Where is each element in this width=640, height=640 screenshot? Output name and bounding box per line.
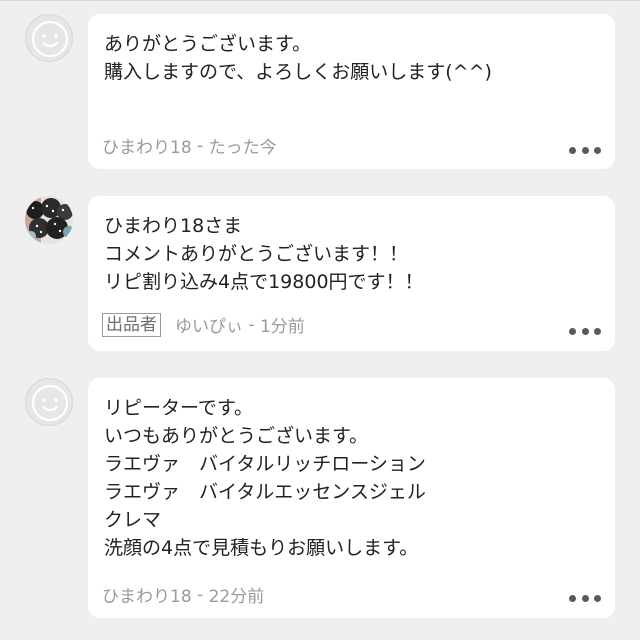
comment-time: たった今: [208, 138, 277, 158]
comment-message: ひまわり18さま コメントありがとうございます！！ リピ割り込み4点で19800…: [104, 215, 424, 293]
comment-meta: ひまわり18 - 22分前: [102, 582, 265, 608]
more-options-icon[interactable]: [569, 327, 601, 335]
comment-bubble: ひまわり18さま コメントありがとうございます！！ リピ割り込み4点で19800…: [88, 196, 615, 351]
comment-meta: ひまわり18 - たった今: [102, 133, 277, 159]
meta-separator: -: [191, 135, 209, 156]
top-divider: [0, 0, 640, 1]
comment-time: 22分前: [208, 587, 265, 607]
comment-meta: 出品者 ゆいぴぃ - 1分前: [102, 312, 305, 337]
default-avatar-icon[interactable]: [25, 14, 73, 62]
meta-separator: -: [243, 314, 260, 335]
comment-bubble: リピーターです。 いつもありがとうございます。 ラエヴァ バイタルリッチローショ…: [88, 378, 615, 618]
comment-time: 1分前: [259, 317, 305, 337]
more-options-icon[interactable]: [569, 594, 601, 602]
more-options-icon[interactable]: [569, 146, 601, 154]
comment-message: リピーターです。 いつもありがとうございます。 ラエヴァ バイタルリッチローショ…: [104, 397, 426, 559]
comment-author[interactable]: ひまわり18: [102, 582, 192, 607]
default-avatar-icon[interactable]: [25, 378, 73, 426]
user-photo-avatar[interactable]: [25, 196, 73, 244]
comment-author[interactable]: ゆいぴぃ: [175, 312, 243, 337]
comment-bubble: ありがとうございます。 購入しますので、よろしくお願いします(^^) ひまわり1…: [88, 14, 615, 169]
comment-message: ありがとうございます。 購入しますので、よろしくお願いします(^^): [104, 33, 492, 83]
meta-separator: -: [191, 584, 209, 605]
seller-badge: 出品者: [102, 312, 161, 337]
comment-author[interactable]: ひまわり18: [102, 133, 192, 158]
